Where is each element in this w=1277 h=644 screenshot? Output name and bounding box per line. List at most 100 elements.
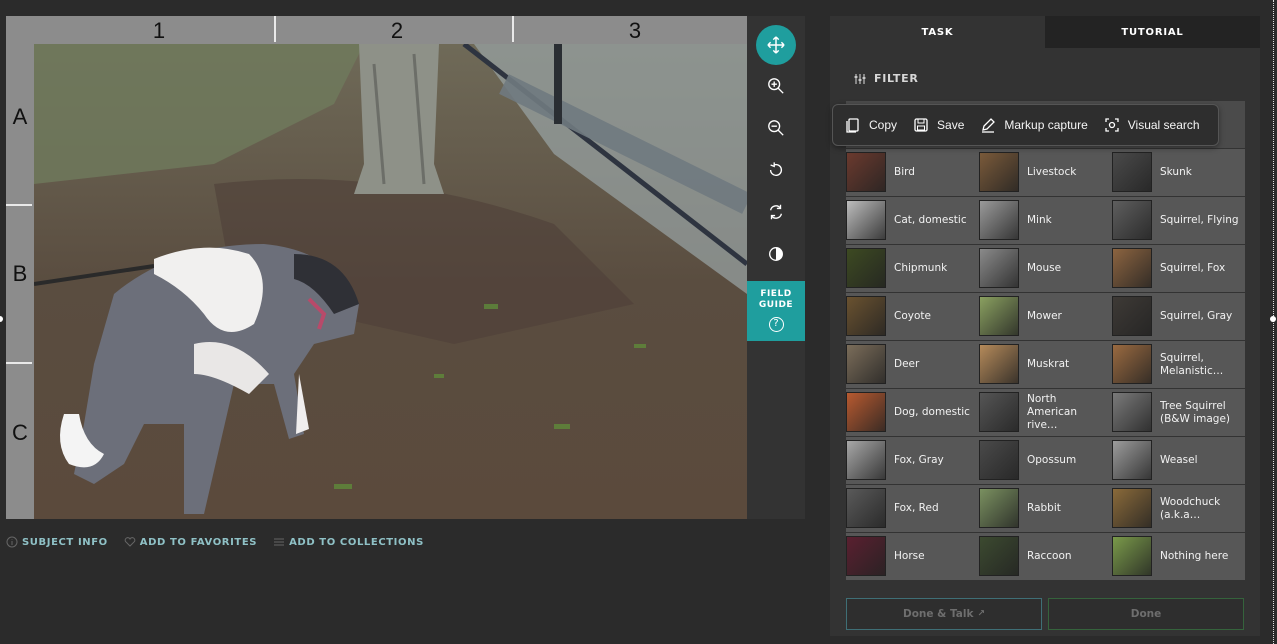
species-choice[interactable]: Woodchuck (a.k.a… — [1112, 485, 1245, 533]
filter-button[interactable]: FILTER — [854, 72, 918, 85]
grid-row-label: C — [12, 420, 28, 445]
heart-icon — [124, 537, 136, 547]
field-guide-button[interactable]: FIELD GUIDE ? — [747, 281, 805, 341]
submit-row: Done & Talk ↗ Done — [846, 598, 1244, 630]
move-icon — [767, 36, 785, 54]
add-to-favorites-label: ADD TO FAVORITES — [139, 536, 258, 548]
species-thumbnail — [1112, 296, 1152, 336]
copy-label: Copy — [869, 118, 898, 132]
species-choice[interactable]: Mink — [979, 197, 1112, 245]
species-thumbnail — [1112, 200, 1152, 240]
species-thumbnail — [846, 152, 886, 192]
done-and-talk-label: Done & Talk — [902, 608, 974, 620]
species-thumbnail — [979, 344, 1019, 384]
species-choice[interactable]: North American rive… — [979, 389, 1112, 437]
species-thumbnail — [979, 536, 1019, 576]
context-menu: Copy Save Markup capture Visual search — [832, 104, 1219, 146]
species-thumbnail — [846, 488, 886, 528]
species-choice[interactable]: Tree Squirrel (B&W image) — [1112, 389, 1245, 437]
species-name: Livestock — [1027, 166, 1077, 178]
species-thumbnail — [979, 296, 1019, 336]
species-thumbnail — [979, 440, 1019, 480]
species-choice[interactable]: Nothing here — [1112, 533, 1245, 581]
copy-icon — [846, 118, 859, 133]
move-button[interactable] — [756, 25, 796, 65]
species-choice-grid: Bird Livestock Skunk Cat, domestic Mink Squir… — [846, 101, 1245, 581]
camera-trap-photo[interactable] — [34, 44, 747, 519]
zoom-out-button[interactable] — [755, 110, 797, 146]
help-icon: ? — [768, 317, 784, 332]
grid-row-label: A — [12, 104, 28, 129]
resize-handle[interactable] — [0, 316, 3, 322]
reset-view-button[interactable] — [755, 194, 797, 230]
species-name: Fox, Gray — [894, 454, 944, 466]
contrast-icon — [769, 247, 783, 261]
tab-tutorial[interactable]: TUTORIAL — [1045, 16, 1260, 48]
species-choice[interactable]: Skunk — [1112, 149, 1245, 197]
species-choice[interactable]: Muskrat — [979, 341, 1112, 389]
species-name: Squirrel, Fox — [1160, 262, 1226, 274]
species-choice[interactable]: Squirrel, Fox — [1112, 245, 1245, 293]
copy-menu-item[interactable]: Copy — [845, 117, 897, 133]
species-thumbnail — [846, 392, 886, 432]
window-edge — [1273, 0, 1274, 644]
species-choice[interactable]: Opossum — [979, 437, 1112, 485]
species-choice[interactable]: Weasel — [1112, 437, 1245, 485]
rotate-button[interactable] — [755, 152, 797, 188]
markup-capture-menu-item[interactable]: Markup capture — [980, 117, 1088, 133]
species-choice[interactable]: Dog, domestic — [846, 389, 979, 437]
species-thumbnail — [846, 248, 886, 288]
grid-divider — [6, 362, 32, 364]
zoom-in-icon — [768, 78, 784, 94]
done-button[interactable]: Done — [1048, 598, 1244, 630]
species-thumbnail — [979, 248, 1019, 288]
species-choice[interactable]: Horse — [846, 533, 979, 581]
done-and-talk-button[interactable]: Done & Talk ↗ — [846, 598, 1042, 630]
species-name: Chipmunk — [894, 262, 948, 274]
species-choice[interactable]: Mower — [979, 293, 1112, 341]
species-choice[interactable]: Fox, Gray — [846, 437, 979, 485]
save-menu-item[interactable]: Save — [913, 117, 964, 133]
species-name: Dog, domestic — [894, 406, 970, 418]
species-name: Rabbit — [1027, 502, 1061, 514]
species-name: Squirrel, Melanistic… — [1160, 351, 1224, 377]
species-name: Muskrat — [1027, 358, 1070, 370]
species-choice[interactable]: Rabbit — [979, 485, 1112, 533]
visual-search-menu-item[interactable]: Visual search — [1104, 117, 1200, 133]
species-choice[interactable]: Bird — [846, 149, 979, 197]
species-choice[interactable]: Coyote — [846, 293, 979, 341]
species-choice[interactable]: Livestock — [979, 149, 1112, 197]
species-choice[interactable]: Cat, domestic — [846, 197, 979, 245]
zoom-in-button[interactable] — [755, 68, 797, 104]
species-choice[interactable]: Mouse — [979, 245, 1112, 293]
invert-colors-button[interactable] — [755, 236, 797, 272]
field-guide-label: FIELD — [760, 289, 792, 299]
species-thumbnail — [1112, 248, 1152, 288]
species-choice[interactable]: Fox, Red — [846, 485, 979, 533]
tab-task[interactable]: TASK — [830, 16, 1045, 48]
subject-info-button[interactable]: SUBJECT INFO — [6, 536, 108, 548]
visual-search-icon — [1105, 118, 1119, 132]
zoom-out-icon — [768, 120, 784, 136]
species-thumbnail — [979, 152, 1019, 192]
species-choice[interactable]: Deer — [846, 341, 979, 389]
filter-label: FILTER — [874, 72, 919, 85]
pen-icon — [982, 118, 996, 133]
species-thumbnail — [1112, 440, 1152, 480]
species-choice[interactable]: Squirrel, Melanistic… — [1112, 341, 1245, 389]
resize-handle[interactable] — [1270, 316, 1276, 322]
species-choice[interactable]: Chipmunk — [846, 245, 979, 293]
add-to-collections-button[interactable]: ADD TO COLLECTIONS — [273, 536, 424, 548]
species-choice[interactable]: Squirrel, Gray — [1112, 293, 1245, 341]
subject-info-label: SUBJECT INFO — [22, 536, 108, 548]
species-name: North American rive… — [1027, 393, 1077, 431]
grid-divider — [6, 204, 32, 206]
visual-search-label: Visual search — [1127, 118, 1200, 132]
species-name: Squirrel, Gray — [1160, 310, 1233, 322]
species-choice[interactable]: Raccoon — [979, 533, 1112, 581]
species-name: Bird — [894, 166, 915, 178]
subject-image-viewer[interactable]: 1 2 3 A B C — [6, 16, 747, 519]
species-name: Squirrel, Flying — [1160, 214, 1239, 226]
species-choice[interactable]: Squirrel, Flying — [1112, 197, 1245, 245]
add-to-favorites-button[interactable]: ADD TO FAVORITES — [124, 536, 257, 548]
